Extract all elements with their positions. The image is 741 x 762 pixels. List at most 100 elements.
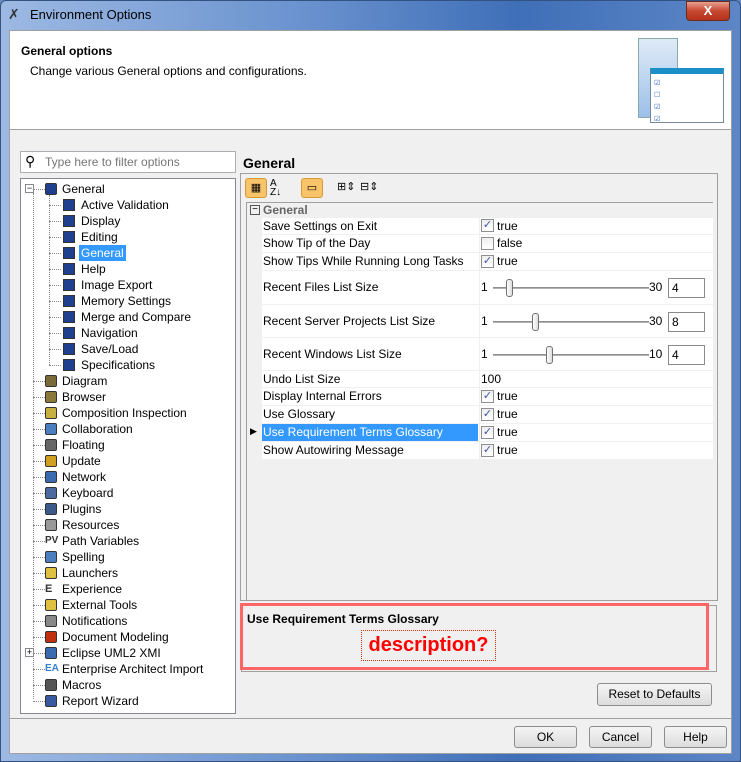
tree-item[interactable]: Navigation xyxy=(21,325,235,341)
tree-item[interactable]: Save/Load xyxy=(21,341,235,357)
tree-item[interactable]: − General xyxy=(21,181,235,197)
property-row[interactable]: Use Glossary ✓ true xyxy=(262,406,713,424)
slider-thumb[interactable] xyxy=(505,279,513,297)
tree-item[interactable]: Network xyxy=(21,469,235,485)
tree-item-label: General xyxy=(79,245,126,261)
slider-value-input[interactable]: 4 xyxy=(668,344,705,365)
tree-item[interactable]: Notifications xyxy=(21,613,235,629)
tree-item[interactable]: Keyboard xyxy=(21,485,235,501)
tree-item[interactable]: Display xyxy=(21,213,235,229)
tree-item[interactable]: Editing xyxy=(21,229,235,245)
value-label: true xyxy=(497,219,518,233)
tree-item[interactable]: Memory Settings xyxy=(21,293,235,309)
window-title: Environment Options xyxy=(30,7,152,22)
keyboard-icon xyxy=(45,487,57,499)
slider-value-input[interactable]: 4 xyxy=(668,278,705,298)
tree-item[interactable]: Macros xyxy=(21,677,235,693)
sort-alphabetical-icon[interactable]: A Z↓ xyxy=(270,179,281,198)
property-row[interactable]: Undo List Size 100 xyxy=(262,371,713,388)
property-row[interactable]: Recent Windows List Size 1 10 4 xyxy=(262,338,713,371)
tree-item[interactable]: Composition Inspection xyxy=(21,405,235,421)
show-description-button[interactable]: ▭ xyxy=(301,178,323,198)
checkbox[interactable]: ✓ xyxy=(481,407,494,421)
property-name: Recent Server Projects List Size xyxy=(263,314,436,328)
slider-track[interactable] xyxy=(493,353,649,356)
tree-item[interactable]: Diagram xyxy=(21,373,235,389)
tree-item-label: Network xyxy=(62,470,107,484)
tree-item[interactable]: Specifications xyxy=(21,357,235,373)
slider-thumb[interactable] xyxy=(532,312,540,331)
ok-button[interactable]: OK xyxy=(514,726,577,748)
tree-item[interactable]: Launchers xyxy=(21,565,235,581)
option-icon xyxy=(63,215,75,227)
tree-item[interactable]: Document Modeling xyxy=(21,629,235,645)
property-row[interactable]: ▶ Use Requirement Terms Glossary ✓ true xyxy=(250,424,713,442)
tree-item-label: Collaboration xyxy=(62,422,133,436)
checkbox[interactable]: ✓ xyxy=(481,219,494,232)
property-value: ✓ true xyxy=(479,388,713,405)
reset-to-defaults-button[interactable]: Reset to Defaults xyxy=(597,683,712,706)
tree-item[interactable]: External Tools xyxy=(21,597,235,613)
tree-item[interactable]: Report Wizard xyxy=(21,693,235,709)
property-value: ✓ true xyxy=(479,406,713,423)
app-logo-icon: ✗ xyxy=(8,6,20,22)
value-label[interactable]: 100 xyxy=(481,372,501,386)
expand-all-icon[interactable]: ⊞⇕ xyxy=(337,180,355,193)
tree-item[interactable]: E Experience xyxy=(21,581,235,597)
tree-item[interactable]: Browser xyxy=(21,389,235,405)
property-row[interactable]: Recent Files List Size 1 30 4 xyxy=(262,271,713,305)
checkbox[interactable]: ✓ xyxy=(481,389,494,403)
help-button[interactable]: Help xyxy=(664,726,727,748)
tree-item-label: Floating xyxy=(62,438,105,452)
option-icon xyxy=(63,263,75,275)
collapse-group-icon[interactable]: − xyxy=(250,205,260,215)
tree-item[interactable]: PV Path Variables xyxy=(21,533,235,549)
collapse-all-icon[interactable]: ⊟⇕ xyxy=(360,180,378,193)
checkbox[interactable]: ✓ xyxy=(481,425,494,439)
tree-connector xyxy=(33,193,34,699)
close-button[interactable]: X xyxy=(686,1,730,21)
checkbox[interactable] xyxy=(481,236,494,250)
filter-input[interactable]: ⚲ xyxy=(20,151,236,173)
tree-item[interactable]: General xyxy=(21,245,235,261)
tree-item[interactable]: Collaboration xyxy=(21,421,235,437)
tree-item[interactable]: Active Validation xyxy=(21,197,235,213)
options-tree[interactable]: − General Active Validation Display Editing G… xyxy=(20,178,236,714)
tree-item[interactable]: Plugins xyxy=(21,501,235,517)
tree-item[interactable]: Floating xyxy=(21,437,235,453)
property-row[interactable]: Show Autowiring Message ✓ true xyxy=(262,442,713,460)
tree-item[interactable]: Spelling xyxy=(21,549,235,565)
property-row[interactable]: Recent Server Projects List Size 1 30 8 xyxy=(262,305,713,338)
cancel-button[interactable]: Cancel xyxy=(589,726,652,748)
slider-track[interactable] xyxy=(493,287,649,289)
tree-item[interactable]: Help xyxy=(21,261,235,277)
tree-item-label: Active Validation xyxy=(81,198,169,212)
tree-item[interactable]: Image Export xyxy=(21,277,235,293)
slider-track[interactable] xyxy=(493,320,649,323)
slider-value-input[interactable]: 8 xyxy=(668,311,705,332)
tree-item[interactable]: + Eclipse UML2 XMI xyxy=(21,645,235,661)
experience-icon: E xyxy=(45,583,53,595)
checkbox[interactable]: ✓ xyxy=(481,254,494,268)
filter-text-field[interactable] xyxy=(43,154,231,170)
property-row[interactable]: Save Settings on Exit ✓ true xyxy=(262,218,713,235)
report-wizard-icon xyxy=(45,695,57,707)
property-row[interactable]: Display Internal Errors ✓ true xyxy=(262,388,713,406)
checkbox[interactable]: ✓ xyxy=(481,443,494,457)
collapse-icon[interactable]: − xyxy=(25,184,34,193)
slider-thumb[interactable] xyxy=(546,345,554,364)
slider-max-label: 30 xyxy=(649,280,663,294)
slider-min-label: 1 xyxy=(481,280,488,294)
tree-item-label: Memory Settings xyxy=(81,294,172,308)
network-icon xyxy=(45,471,57,483)
tree-item[interactable]: Update xyxy=(21,453,235,469)
tree-item[interactable]: EA Enterprise Architect Import xyxy=(21,661,235,677)
tree-item[interactable]: Resources xyxy=(21,517,235,533)
property-row[interactable]: Show Tip of the Day false xyxy=(262,235,713,253)
categorized-view-button[interactable]: ▦ xyxy=(245,178,267,198)
tree-item[interactable]: Merge and Compare xyxy=(21,309,235,325)
tree-item-label: Path Variables xyxy=(62,534,140,548)
property-row[interactable]: Show Tips While Running Long Tasks ✓ true xyxy=(262,253,713,271)
property-name: Undo List Size xyxy=(263,372,341,386)
tree-item-label: Document Modeling xyxy=(62,630,169,644)
